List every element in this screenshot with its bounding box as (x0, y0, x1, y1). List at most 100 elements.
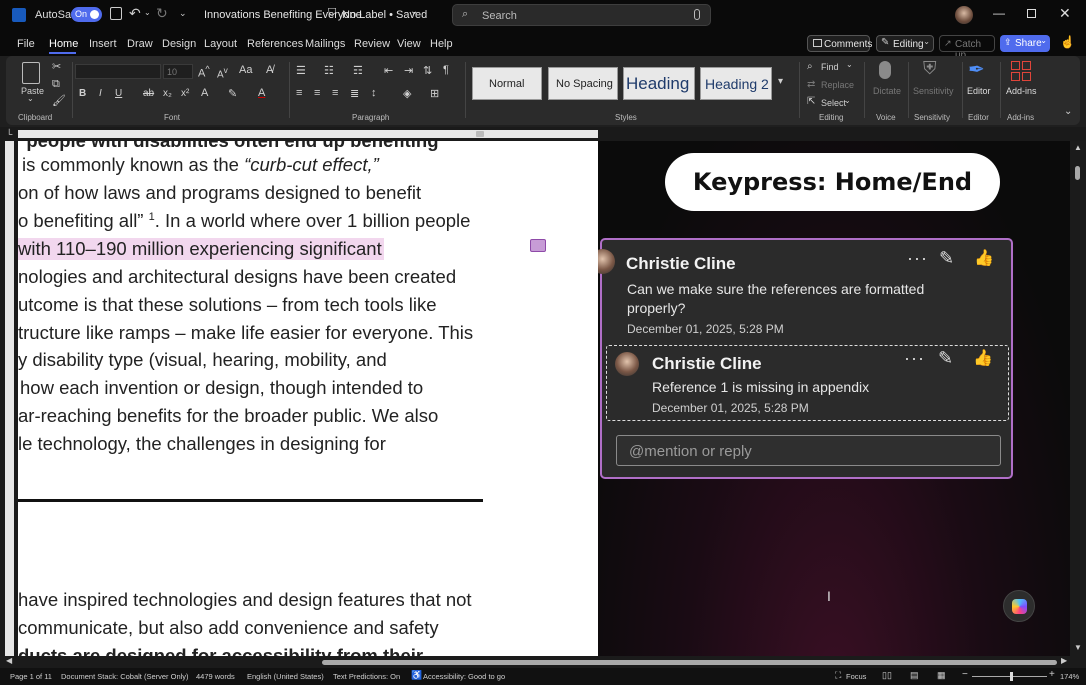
strikethrough-icon[interactable]: ab (143, 88, 154, 99)
multilevel-list-icon[interactable]: ☶ (353, 64, 363, 77)
zoom-out-icon[interactable]: − (962, 669, 968, 680)
horizontal-scroll-thumb[interactable] (322, 660, 1057, 665)
justify-icon[interactable]: ≣ (350, 87, 359, 100)
editor-pen-icon[interactable]: ✒ (968, 57, 985, 82)
tab-review[interactable]: Review (354, 38, 390, 50)
tab-design[interactable]: Design (162, 38, 196, 50)
vertical-ruler[interactable] (0, 141, 18, 656)
autosave-toggle[interactable]: On (71, 7, 102, 22)
document-stack[interactable]: Document Stack: Cobalt (Server Only) (61, 672, 189, 681)
text-predictions[interactable]: Text Predictions: On (333, 672, 400, 681)
bullets-icon[interactable]: ☰ (296, 64, 306, 77)
search-input[interactable]: Search (482, 10, 517, 22)
scroll-right-icon[interactable]: ▶ (1061, 656, 1067, 665)
align-right-icon[interactable]: ≡ (332, 87, 338, 99)
microphone-icon[interactable] (694, 9, 700, 20)
horizontal-scrollbar[interactable]: ◀ ▶ (0, 656, 1086, 668)
reply-input[interactable]: @mention or reply (616, 435, 1001, 466)
show-marks-icon[interactable]: ¶ (443, 64, 449, 76)
underline-icon[interactable]: U (115, 88, 122, 99)
font-name-box[interactable] (75, 64, 161, 79)
highlight-icon[interactable]: ✎ (228, 87, 237, 100)
style-heading-1[interactable]: Heading 1 (623, 67, 695, 100)
print-layout-icon[interactable]: ▤ (910, 670, 919, 681)
align-center-icon[interactable]: ≡ (314, 87, 320, 99)
tab-home[interactable]: Home (49, 38, 78, 50)
zoom-in-icon[interactable]: + (1049, 669, 1055, 680)
reply-comment[interactable]: Christie Cline ··· ✎ 👍 Reference 1 is mi… (606, 345, 1009, 421)
comment-thread[interactable]: Christie Cline ··· ✎ 👍 Can we make sure … (598, 238, 1013, 479)
horizontal-ruler[interactable]: └ (0, 127, 1086, 141)
save-icon[interactable] (110, 7, 122, 20)
align-left-icon[interactable]: ≡ (296, 87, 302, 99)
avatar[interactable] (955, 6, 973, 24)
grow-font-icon[interactable]: A^ (198, 64, 210, 80)
line-spacing-icon[interactable]: ↕ (371, 87, 377, 99)
like-icon[interactable]: 👍 (974, 248, 994, 268)
catch-up-button[interactable]: ↗ Catch up (939, 35, 995, 61)
customize-qat-icon[interactable]: ⌄ (179, 8, 187, 19)
tab-insert[interactable]: Insert (89, 38, 117, 50)
clear-formatting-icon[interactable]: A̸ (266, 64, 273, 76)
style-no-spacing[interactable]: No Spacing (548, 67, 618, 100)
language[interactable]: English (United States) (247, 672, 324, 681)
more-options-icon[interactable]: ··· (907, 248, 928, 269)
style-heading-2[interactable]: Heading 2 (700, 67, 772, 100)
restore-icon[interactable] (1027, 9, 1036, 18)
comments-button[interactable]: Comments (807, 35, 872, 52)
select-dropdown-icon[interactable]: ⌄ (844, 96, 851, 105)
tab-view[interactable]: View (397, 38, 421, 50)
cut-icon[interactable]: ✂ (52, 60, 61, 73)
ruler-tab-selector[interactable]: └ (6, 129, 12, 139)
comment-marker-icon[interactable] (530, 239, 546, 252)
paste-dropdown-icon[interactable]: ⌄ (27, 94, 34, 103)
font-size-box[interactable]: 10 (163, 64, 193, 79)
undo-dropdown-icon[interactable]: ⌄ (144, 8, 151, 17)
zoom-slider-thumb[interactable] (1010, 672, 1013, 681)
redo-icon[interactable]: ↻ (156, 5, 168, 22)
font-color-icon[interactable]: A (258, 87, 265, 99)
shrink-font-icon[interactable]: Av (217, 65, 228, 80)
more-options-icon[interactable]: ··· (904, 348, 925, 369)
minimize-icon[interactable]: — (993, 6, 1005, 20)
close-icon[interactable]: ✕ (1059, 5, 1071, 22)
styles-gallery-more-icon[interactable]: ▾ (778, 76, 783, 87)
share-button[interactable]: ⇪ Share ⌄ (1000, 35, 1050, 52)
edit-comment-icon[interactable]: ✎ (939, 248, 954, 269)
tab-help[interactable]: Help (430, 38, 453, 50)
subscript-icon[interactable]: x₂ (163, 88, 172, 99)
addins-grid-icon[interactable] (1011, 61, 1031, 81)
bold-icon[interactable]: B (79, 88, 86, 99)
accessibility-status[interactable]: Accessibility: Good to go (423, 672, 505, 681)
like-icon[interactable]: 👍 (973, 348, 993, 368)
format-painter-icon[interactable]: 🖌 (52, 94, 66, 107)
tab-references[interactable]: References (247, 38, 303, 50)
scroll-up-icon[interactable]: ▲ (1074, 143, 1082, 152)
superscript-icon[interactable]: x² (181, 88, 189, 99)
tab-mailings[interactable]: Mailings (305, 38, 345, 50)
decrease-indent-icon[interactable]: ⇤ (384, 64, 393, 77)
document-title[interactable]: Innovations Benefiting Everyone (204, 9, 362, 21)
change-case-icon[interactable]: Aa (239, 64, 252, 76)
find-dropdown-icon[interactable]: ⌄ (846, 60, 853, 69)
page-count[interactable]: Page 1 of 11 (10, 672, 52, 681)
paste-icon[interactable] (22, 62, 40, 84)
focus-button[interactable]: Focus (846, 672, 866, 681)
search-box[interactable]: ⌕ Search (452, 4, 711, 26)
sensitivity-button[interactable]: Sensitivity (913, 86, 954, 96)
focus-icon[interactable]: ⛶ (835, 670, 841, 681)
word-count[interactable]: 4479 words (196, 672, 235, 681)
increase-indent-icon[interactable]: ⇥ (404, 64, 413, 77)
undo-icon[interactable]: ↶ (129, 5, 141, 22)
editor-button[interactable]: Editor (967, 86, 991, 96)
zoom-slider[interactable] (972, 672, 1047, 681)
ribbon-collapse-icon[interactable]: ⌄ (1064, 106, 1072, 117)
vertical-scrollbar[interactable]: ▲ ▼ (1070, 141, 1086, 656)
scroll-left-icon[interactable]: ◀ (6, 656, 12, 665)
style-normal[interactable]: Normal (472, 67, 542, 100)
italic-icon[interactable]: I (99, 88, 102, 99)
shading-icon[interactable]: ◈ (403, 87, 411, 100)
tab-draw[interactable]: Draw (127, 38, 153, 50)
text-effects-icon[interactable]: A (201, 87, 208, 99)
tab-file[interactable]: File (17, 38, 35, 50)
